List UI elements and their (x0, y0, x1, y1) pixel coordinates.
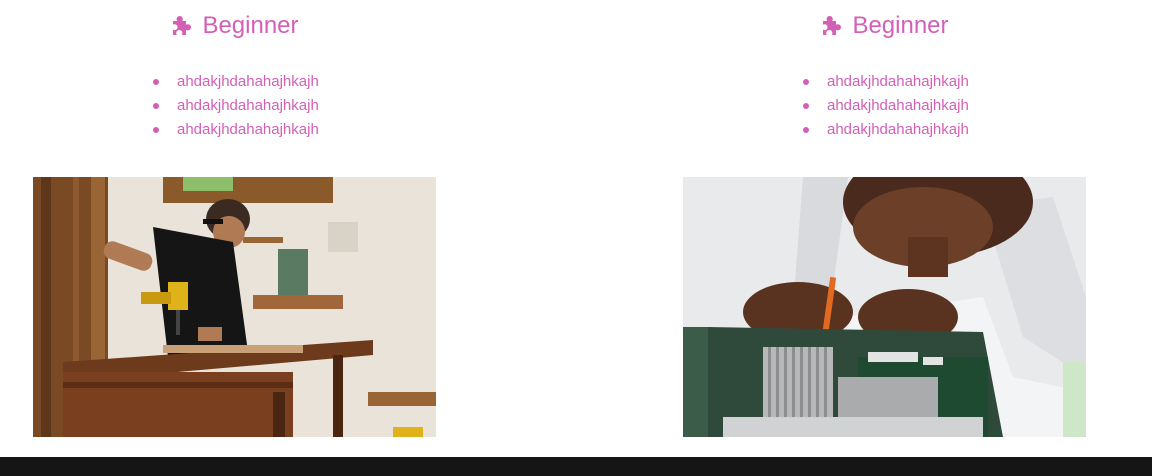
card-title: Beginner (33, 12, 436, 40)
list-item: ahdakjhdahahajhkajh (33, 118, 436, 142)
list-item: ahdakjhdahahajhkajh (683, 94, 1086, 118)
card-title-text: Beginner (202, 12, 299, 39)
woodworker-drilling-photo (33, 177, 436, 437)
list-item: ahdakjhdahahajhkajh (33, 70, 436, 94)
feature-list: ahdakjhdahahajhkajh ahdakjhdahahajhkajh … (33, 70, 436, 142)
card-title-text: Beginner (852, 12, 949, 39)
list-item: ahdakjhdahahajhkajh (683, 70, 1086, 94)
footer-bar (0, 457, 1152, 476)
puzzle-piece-icon (170, 14, 194, 38)
card-title: Beginner (683, 12, 1086, 40)
feature-list: ahdakjhdahahajhkajh ahdakjhdahahajhkajh … (683, 70, 1086, 142)
puzzle-piece-icon (820, 14, 844, 38)
page: Beginner ahdakjhdahahajhkajh ahdakjhdaha… (0, 0, 1152, 476)
technician-circuit-board-photo (683, 177, 1086, 437)
list-item: ahdakjhdahahajhkajh (33, 94, 436, 118)
list-item: ahdakjhdahahajhkajh (683, 118, 1086, 142)
